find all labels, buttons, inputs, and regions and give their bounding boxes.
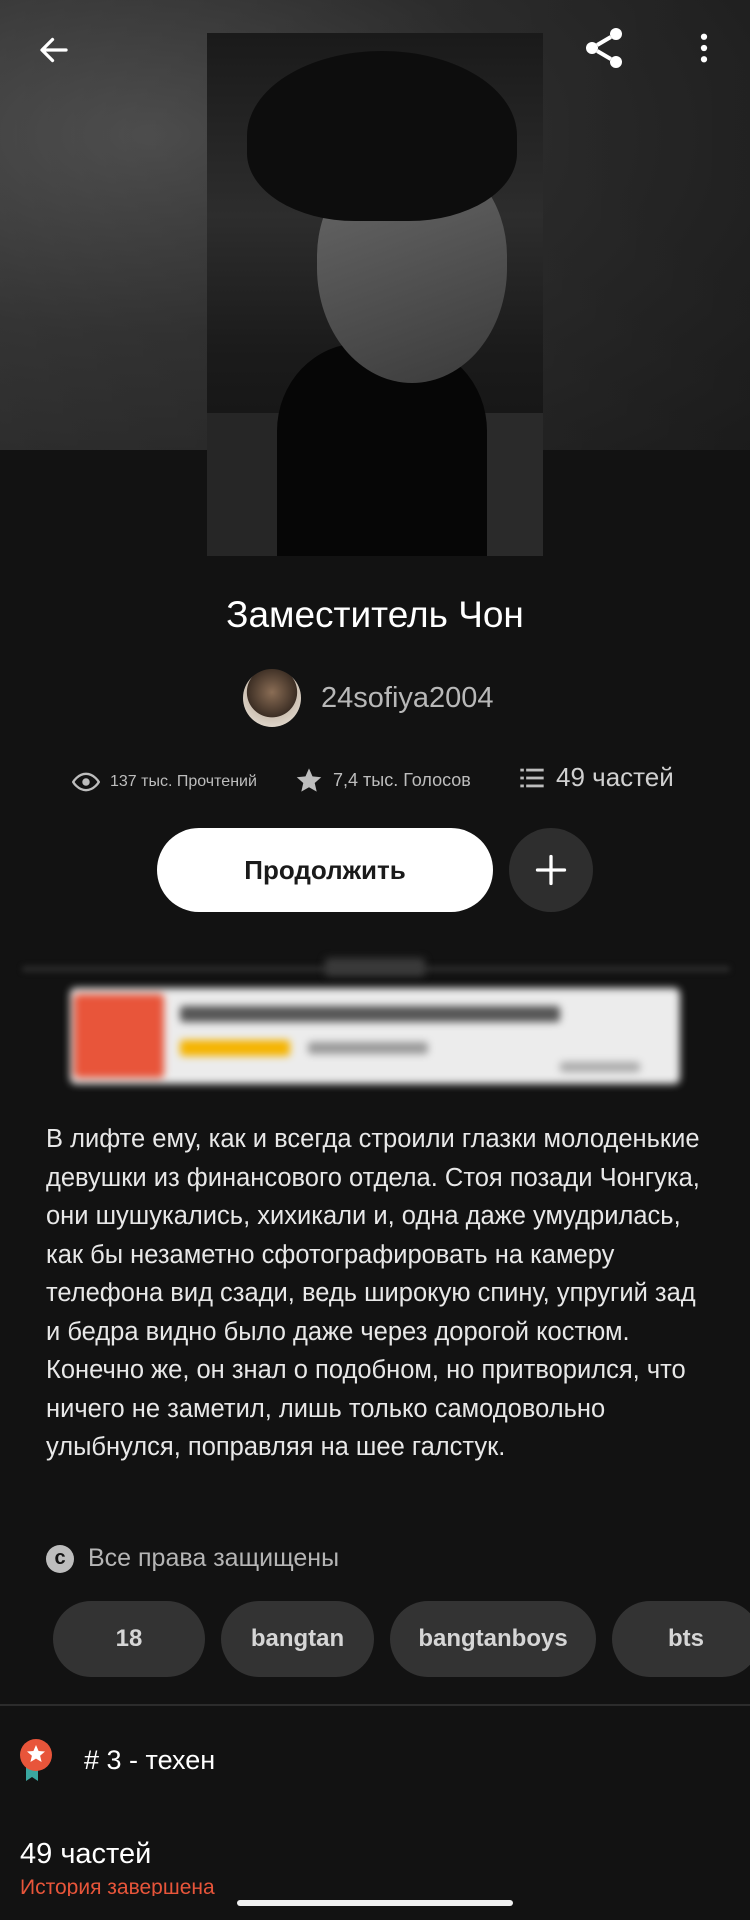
author-name[interactable]: 24sofiya2004 (321, 682, 494, 715)
ad-label (325, 958, 425, 976)
ranking-badge-icon (20, 1739, 52, 1781)
votes-count: 7,4 тыс. Голосов (333, 769, 471, 790)
list-icon (520, 768, 544, 787)
votes-stat: 7,4 тыс. Голосов (295, 766, 471, 794)
rank-label[interactable]: # 3 - техен (84, 1745, 215, 1776)
home-indicator[interactable] (237, 1900, 513, 1906)
ad-text (308, 1042, 428, 1054)
arrow-left-icon (40, 37, 68, 63)
parts-header[interactable]: 49 частей (20, 1838, 151, 1871)
eye-icon (72, 772, 100, 792)
story-stats: 137 тыс. Прочтений 7,4 тыс. Голосов 49 ч… (0, 762, 750, 802)
more-vertical-icon (700, 33, 708, 63)
share-button[interactable] (574, 18, 634, 78)
author-link[interactable]: 24sofiya2004 (243, 668, 494, 728)
ad-banner[interactable] (70, 988, 680, 1084)
more-options-button[interactable] (674, 18, 734, 78)
share-icon (586, 28, 622, 68)
story-description: В лифте ему, как и всегда строили глазки… (46, 1125, 700, 1461)
ad-text (560, 1062, 640, 1072)
reads-count: 137 тыс. Прочтений (110, 773, 257, 790)
tag-list: 18 bangtan bangtanboys bts (0, 1601, 750, 1677)
copyright-icon: c (46, 1544, 74, 1573)
section-divider (0, 1704, 750, 1706)
story-status: История завершена (20, 1876, 215, 1896)
plus-icon (535, 854, 567, 886)
tag-chip[interactable]: bts (612, 1601, 750, 1677)
back-button[interactable] (24, 20, 84, 80)
parts-count-label[interactable]: 49 частей (556, 762, 674, 793)
avatar[interactable] (243, 669, 301, 727)
tag-chip[interactable]: bangtanboys (390, 1601, 596, 1677)
cover-art-detail (247, 51, 517, 221)
tag-chip[interactable]: bangtan (221, 1601, 374, 1677)
ranking-row[interactable]: # 3 - техен (18, 1737, 215, 1783)
ad-text (180, 1006, 560, 1022)
story-cover-image[interactable] (207, 33, 543, 556)
ad-rating (180, 1040, 290, 1056)
reads-stat: 137 тыс. Прочтений (72, 768, 257, 796)
add-to-library-button[interactable] (509, 828, 593, 912)
star-icon (296, 768, 322, 792)
tag-chip[interactable]: 18 (53, 1601, 205, 1677)
copyright-text: Все права защищены (88, 1544, 340, 1572)
ad-logo (74, 994, 164, 1078)
parts-stat[interactable]: 49 частей (518, 762, 674, 793)
continue-reading-button[interactable]: Продолжить (157, 828, 493, 912)
copyright-notice: c Все права защищены (46, 1544, 339, 1573)
story-title: Заместитель Чон (226, 594, 524, 635)
